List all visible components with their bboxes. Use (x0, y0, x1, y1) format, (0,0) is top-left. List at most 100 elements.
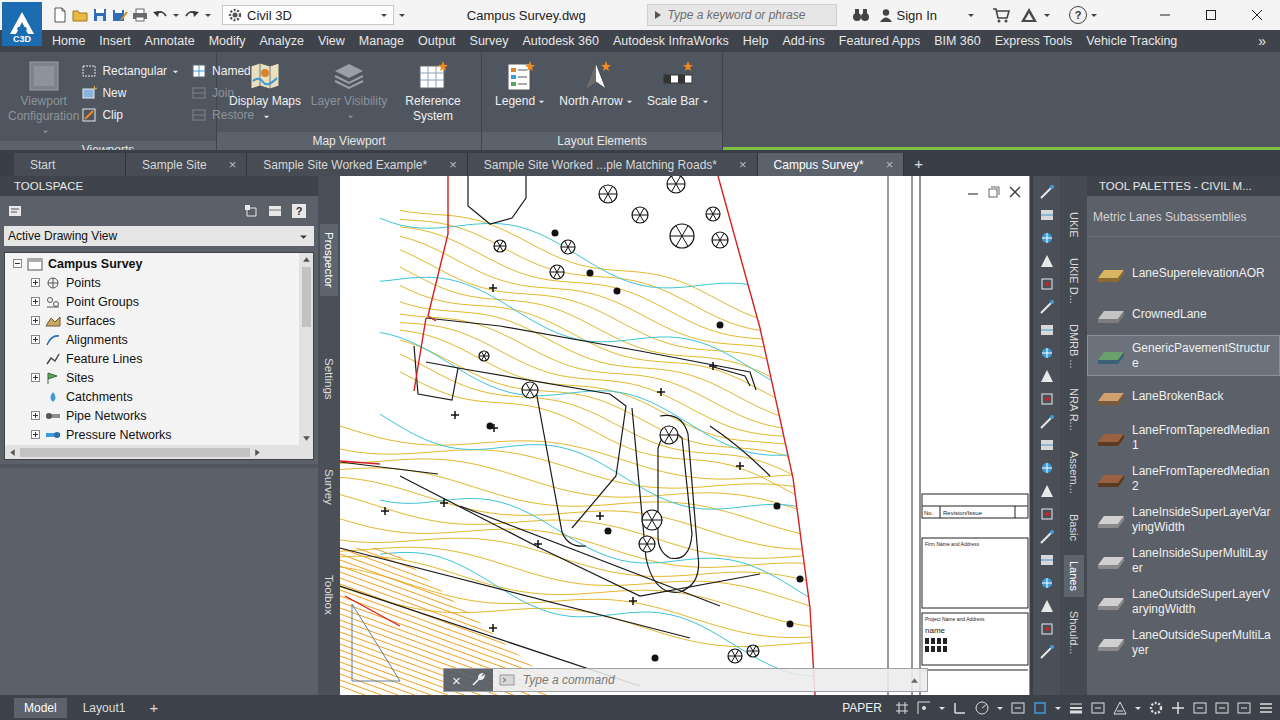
item-view-icon[interactable] (244, 204, 258, 218)
palette-item[interactable]: LaneBrokenBack (1087, 376, 1280, 417)
file-tab[interactable]: Sample Site× (126, 153, 247, 176)
palette-item[interactable]: GenericPavementStructure (1087, 335, 1280, 376)
command-input[interactable]: Type a command (493, 669, 927, 691)
sign-in-button[interactable]: Sign In (879, 8, 967, 23)
tree-item[interactable]: Surfaces (5, 311, 299, 330)
redo-dropdown-icon[interactable] (204, 11, 212, 19)
palette-item[interactable]: LaneOutsideSuperMultiLayer (1087, 622, 1280, 663)
expand-icon[interactable] (31, 373, 40, 382)
tree-item[interactable]: Alignments (5, 330, 299, 349)
lineweight-icon[interactable] (1068, 700, 1084, 716)
palette-tool-icon[interactable] (1039, 299, 1055, 315)
toolspace-help-button[interactable]: ? (292, 204, 306, 218)
expand-icon[interactable] (31, 297, 40, 306)
a360-icon[interactable] (1020, 7, 1038, 23)
tree-horizontal-scrollbar[interactable] (5, 445, 299, 459)
palette-tool-icon[interactable] (1039, 621, 1055, 637)
maximize-button[interactable] (1188, 0, 1234, 30)
palette-tool-icon[interactable] (1039, 437, 1055, 453)
scroll-up-icon[interactable] (302, 255, 311, 264)
file-tab[interactable]: Campus Survey*× (758, 153, 905, 176)
ribbon-large-button[interactable]: North Arrow (557, 58, 634, 111)
toolspace-tab[interactable]: Survey (320, 461, 338, 513)
isolate-icon[interactable] (1192, 700, 1208, 716)
ribbon-tab[interactable]: Manage (359, 32, 404, 50)
file-tab[interactable]: Sample Site Worked Example*× (247, 153, 467, 176)
palette-tool-icon[interactable] (1039, 230, 1055, 246)
ortho-icon[interactable] (952, 700, 968, 716)
ribbon-tab[interactable]: Insert (99, 32, 130, 50)
toolspace-tab[interactable]: Prospector (320, 224, 338, 296)
palette-tool-icon[interactable] (1039, 483, 1055, 499)
palette-item[interactable]: LaneInsideSuperMultiLayer (1087, 540, 1280, 581)
scroll-right-icon[interactable] (253, 448, 262, 457)
palette-tool-icon[interactable] (1039, 322, 1055, 338)
ribbon-small-button[interactable]: Clip (81, 104, 179, 126)
tree-item[interactable]: Sites (5, 368, 299, 387)
grid-icon[interactable] (894, 700, 910, 716)
undo-dropdown-icon[interactable] (172, 11, 180, 19)
palette-tool-icon[interactable] (1039, 391, 1055, 407)
menu-icon[interactable] (1258, 700, 1274, 716)
tree-vertical-scrollbar[interactable] (299, 253, 313, 445)
palette-tool-icon[interactable] (1039, 368, 1055, 384)
ribbon-large-button[interactable]: Viewport Configuration (6, 58, 81, 141)
open-folder-icon[interactable] (72, 7, 88, 23)
expand-icon[interactable] (31, 316, 40, 325)
tree-item[interactable]: Pressure Networks (5, 425, 299, 444)
annotation-icon[interactable] (1112, 700, 1128, 716)
toolspace-tab[interactable]: Toolbox (320, 567, 338, 623)
toolspace-tab[interactable]: Settings (320, 350, 338, 408)
tree-item[interactable]: Catchments (5, 387, 299, 406)
save-as-icon[interactable] (112, 7, 128, 23)
file-tab-close-button[interactable]: × (229, 157, 237, 172)
palette-tab[interactable]: DMRB ... (1064, 318, 1084, 375)
layout-tab[interactable]: Layout1 (73, 698, 136, 718)
new-layout-button[interactable]: + (141, 699, 166, 716)
palette-item[interactable]: CrownedLane (1087, 294, 1280, 335)
palette-item[interactable]: LaneOutsideSuperLayerVaryingWidth (1087, 581, 1280, 622)
hardware-icon[interactable] (1214, 700, 1230, 716)
ribbon-tab[interactable]: Vehicle Tracking (1086, 32, 1177, 50)
scroll-thumb[interactable] (20, 448, 250, 457)
palette-tab[interactable]: Lanes (1064, 555, 1084, 597)
ribbon-large-button[interactable]: Display Maps (223, 58, 307, 126)
app-logo[interactable]: C3D (2, 2, 42, 46)
palette-tool-icon[interactable] (1039, 460, 1055, 476)
palette-tab[interactable]: NRA R... (1064, 382, 1084, 437)
redo-icon[interactable] (184, 7, 200, 23)
plus-icon[interactable] (1170, 700, 1186, 716)
palette-tool-icon[interactable] (1039, 529, 1055, 545)
minimize-button[interactable] (1142, 0, 1188, 30)
ribbon-tab[interactable]: BIM 360 (934, 32, 981, 50)
palette-tab[interactable]: UKIE (1064, 206, 1084, 244)
drawing-canvas[interactable]: No.Revision/IssueFirm Name and AddressPr… (340, 176, 1030, 695)
ribbon-tab[interactable]: Annotate (145, 32, 195, 50)
save-icon[interactable] (92, 7, 108, 23)
layout-tab[interactable]: Model (14, 698, 67, 718)
minimize-icon[interactable] (967, 186, 979, 198)
new-file-icon[interactable] (52, 7, 68, 23)
ribbon-tab[interactable]: Autodesk InfraWorks (613, 32, 729, 50)
ribbon-tab[interactable]: Autodesk 360 (522, 32, 598, 50)
snap-icon[interactable] (916, 700, 932, 716)
binoculars-icon[interactable] (852, 7, 870, 23)
drawing-view-dropdown[interactable]: Active Drawing View (4, 226, 314, 246)
scroll-down-icon[interactable] (302, 434, 311, 443)
palette-item[interactable]: LaneFromTaperedMedian2 (1087, 458, 1280, 499)
expand-icon[interactable] (31, 278, 40, 287)
palette-tool-icon[interactable] (1039, 552, 1055, 568)
isodraft-icon[interactable] (1010, 700, 1026, 716)
caret-icon[interactable] (1134, 700, 1142, 716)
paper-space-toggle[interactable]: PAPER (842, 701, 882, 715)
ribbon-tab[interactable]: Output (418, 32, 456, 50)
ribbon-tab[interactable]: Modify (209, 32, 246, 50)
restore-icon[interactable] (988, 186, 1000, 198)
palette-item[interactable]: LaneSuperelevationAOR (1087, 253, 1280, 294)
palette-tab[interactable]: Should... (1064, 605, 1084, 660)
tree-item[interactable]: Point Groups (5, 292, 299, 311)
tree-item[interactable]: Points (5, 273, 299, 292)
caret-icon[interactable] (1054, 700, 1062, 716)
tree-item[interactable]: Feature Lines (5, 349, 299, 368)
collapse-icon[interactable] (13, 259, 22, 268)
